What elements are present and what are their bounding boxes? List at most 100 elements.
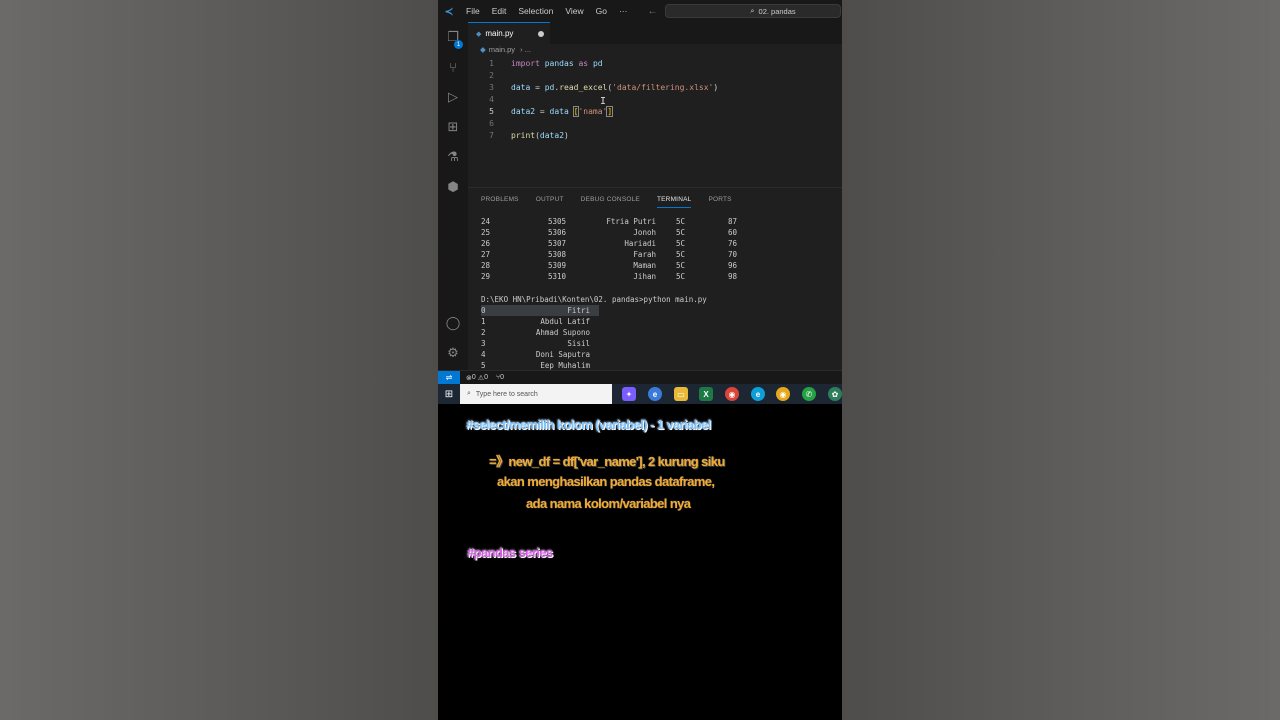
terminal-cell: Hariadi (624, 239, 656, 248)
terminal-cell: 5C (676, 217, 686, 226)
menu-view[interactable]: View (559, 6, 589, 16)
panel-tabs: PROBLEMS OUTPUT DEBUG CONSOLE TERMINAL P… (468, 188, 842, 210)
terminal-cell: Farah (633, 250, 656, 259)
menu-more[interactable]: ··· (613, 6, 634, 16)
code-editor[interactable]: 1 import pandas as pd 2 3 data = pd.read_exc… (468, 57, 842, 187)
python-icon[interactable]: ⬢ (444, 178, 462, 196)
menu-file[interactable]: File (460, 6, 486, 16)
tab-ports[interactable]: PORTS (708, 188, 731, 210)
breadcrumb-file[interactable]: main.py (489, 45, 515, 54)
run-debug-icon[interactable]: ▷ (444, 88, 462, 106)
code-line[interactable]: 7 print(data2) (468, 129, 842, 141)
caption-title: #select/memilih kolom (variabel) - 1 var… (466, 417, 711, 432)
breadcrumb-more[interactable]: ... (525, 45, 531, 54)
edge-icon[interactable]: e (648, 387, 662, 401)
code-line[interactable]: 5 data2 = data ['nama'] (468, 105, 842, 117)
text-cursor-icon: I (600, 96, 607, 107)
command-center-search[interactable]: ⌕ 02. pandas (665, 4, 841, 18)
terminal-cell: 96 (727, 261, 737, 270)
tab-output[interactable]: OUTPUT (536, 188, 564, 210)
status-bar: ⇌ ⊗ 0 ⚠ 0 ⑂ 0 (438, 370, 842, 385)
terminal-cell: 4 (481, 350, 486, 359)
whatsapp-icon[interactable]: ✆ (802, 387, 816, 401)
terminal-cell: 5C (676, 239, 686, 248)
series-row: 4 Doni Saputra (481, 349, 599, 360)
explorer-badge: 1 (454, 40, 463, 49)
line-number: 4 (489, 94, 494, 104)
terminal-cell: 87 (727, 217, 737, 226)
windows-start-icon[interactable]: ⊞ (438, 384, 460, 404)
terminal-cell: 26 (481, 239, 491, 248)
background-right (842, 0, 1280, 720)
terminal-cell: 5306 (547, 228, 566, 237)
remote-icon[interactable]: ⇌ (438, 370, 460, 385)
terminal-cell: 5308 (547, 250, 566, 259)
terminal-cell: 5307 (547, 239, 566, 248)
warnings-count: 0 (484, 374, 488, 381)
file-explorer-icon[interactable]: ▭ (674, 387, 688, 401)
line-number: 2 (489, 70, 494, 80)
tab-problems[interactable]: PROBLEMS (481, 188, 519, 210)
tab-debug-console[interactable]: DEBUG CONSOLE (581, 188, 640, 210)
edge-browser-icon[interactable]: e (751, 387, 765, 401)
ports-count: 0 (500, 374, 505, 381)
terminal-cell: 25 (481, 228, 491, 237)
unsaved-dot-icon[interactable] (538, 31, 544, 37)
terminal-cell: 5C (676, 261, 686, 270)
tab-terminal[interactable]: TERMINAL (656, 188, 692, 210)
copilot-icon[interactable]: ✦ (622, 387, 636, 401)
testing-icon[interactable]: ⚗ (444, 148, 462, 166)
settings-gear-icon[interactable]: ⚙ (444, 344, 462, 362)
caption-line-4: ada nama kolom/variabel nya (526, 496, 691, 511)
taskbar-search[interactable]: ⌕ Type here to search (460, 384, 612, 404)
terminal-cell: Fitri (567, 306, 590, 315)
python-file-icon: ◆ (476, 30, 482, 38)
code-line[interactable]: 2 (468, 69, 842, 81)
search-icon: ⌕ (750, 6, 755, 15)
back-arrow-icon[interactable]: ← (643, 6, 661, 17)
terminal-cell: Abdul Latif (540, 317, 590, 326)
menu-selection[interactable]: Selection (512, 6, 559, 16)
code-text: print(data2) (511, 130, 569, 140)
search-text: 02. pandas (758, 6, 796, 16)
line-number: 5 (489, 106, 494, 116)
code-line[interactable]: 6 (468, 117, 842, 129)
terminal-cell: 70 (727, 250, 737, 259)
source-control-icon[interactable]: ⑂ (444, 58, 462, 76)
tab-main-py[interactable]: ◆ main.py (468, 22, 550, 44)
series-row: 2 Ahmad Supono (481, 327, 599, 338)
terminal-cell: 60 (727, 228, 737, 237)
code-text: import pandas as pd (511, 58, 603, 68)
code-text: data2 = data ['nama'] (511, 105, 614, 117)
code-line[interactable]: 1 import pandas as pd (468, 57, 842, 69)
terminal-cell: 28 (481, 261, 491, 270)
terminal-cell: 24 (481, 217, 491, 226)
menu-go[interactable]: Go (590, 6, 613, 16)
taskbar-search-placeholder: Type here to search (475, 390, 538, 398)
series-row: 3 Sisil (481, 338, 599, 349)
code-line[interactable]: 3 data = pd.read_excel('data/filtering.xl… (468, 81, 842, 93)
vscode-logo-icon: ≺ (444, 5, 454, 18)
chrome-icon[interactable]: ◉ (725, 387, 739, 401)
terminal-cell: 3 (481, 339, 486, 348)
terminal-cell: 5C (676, 272, 686, 281)
tab-label: main.py (485, 29, 514, 38)
bottom-panel: PROBLEMS OUTPUT DEBUG CONSOLE TERMINAL P… (468, 187, 842, 370)
terminal-cell: Doni Saputra (535, 350, 590, 359)
app-icon[interactable]: ✿ (828, 387, 842, 401)
menu-edit[interactable]: Edit (486, 6, 513, 16)
extensions-icon[interactable]: ⊞ (444, 118, 462, 136)
video-frame: ≺ File Edit Selection View Go ··· ← → ⌕ … (438, 0, 842, 720)
code-line[interactable]: 4 (468, 93, 842, 105)
caption-pandas-series: #pandas series (467, 545, 553, 560)
terminal-prompt: D:\EKO HN\Pribadi\Konten\02. pandas>pyth… (481, 295, 707, 304)
chrome-profile-icon[interactable]: ◉ (776, 387, 790, 401)
account-icon[interactable]: ◯ (444, 314, 462, 332)
terminal-cell: Jihan (633, 272, 656, 281)
line-number: 1 (489, 58, 494, 68)
terminal-cell: 2 (481, 328, 486, 337)
terminal-cell: 5309 (547, 261, 566, 270)
terminal-cell: 5C (676, 228, 686, 237)
excel-icon[interactable]: X (699, 387, 713, 401)
search-icon: ⌕ (467, 390, 471, 397)
